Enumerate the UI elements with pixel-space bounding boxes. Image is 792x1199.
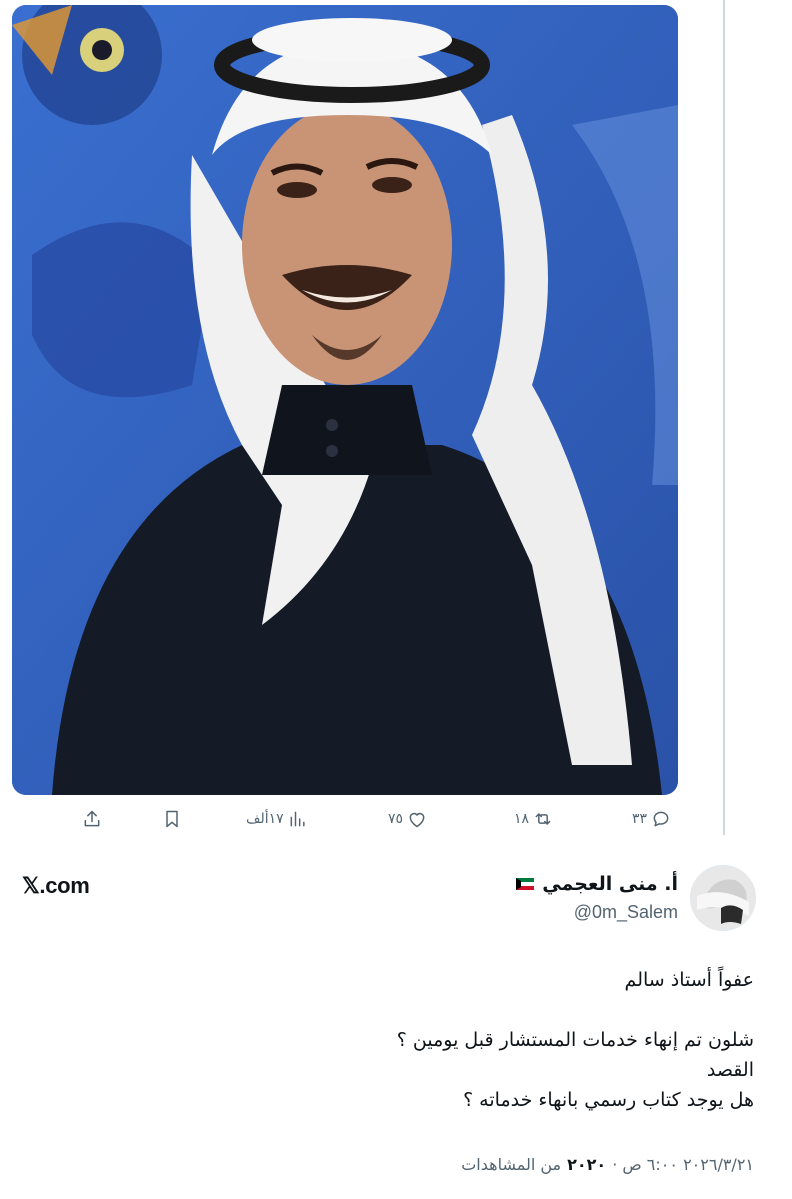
share-icon: [84, 810, 100, 827]
tweet-line: القصد: [706, 1059, 754, 1081]
author-display-name[interactable]: أ. منى العجمي: [542, 873, 678, 895]
tweet-photo[interactable]: [12, 5, 678, 795]
tweet-text: عفواً أستاذ سالم شلون تم إنهاء خدمات الم…: [54, 965, 754, 1115]
repost-icon: [535, 813, 551, 825]
site-label: 𝕏.com: [22, 873, 90, 898]
bookmark-icon: [166, 810, 178, 828]
like-button[interactable]: ٧٥: [388, 800, 427, 838]
share-button[interactable]: [82, 800, 102, 838]
author-name-row: أ. منى العجمي: [516, 873, 678, 895]
tweet-line: هل يوجد كتاب رسمي بانهاء خدماته ؟: [463, 1089, 754, 1111]
kuwait-flag-icon: [516, 878, 535, 890]
bar-chart-icon: [290, 811, 305, 827]
repost-button[interactable]: ١٨: [514, 800, 553, 838]
tweet-action-bar: ١٧ألف ٧٥ ١٨ ٣٣: [0, 800, 792, 838]
like-count: ٧٥: [388, 811, 404, 827]
tweet-timestamp[interactable]: ٢٠٢٦/٣/٢١ ٦:٠٠ ص ·: [612, 1155, 754, 1174]
reply-icon: [653, 811, 669, 827]
reply-count: ٣٣: [632, 811, 648, 827]
portrait-illustration: [12, 5, 678, 795]
author-handle[interactable]: @0m_Salem: [574, 902, 678, 923]
repost-count: ١٨: [514, 811, 530, 827]
thread-line: [723, 0, 725, 835]
views-count: ١٧ألف: [246, 811, 284, 827]
avatar-image: [691, 866, 755, 930]
reply-button[interactable]: ٣٣: [632, 800, 671, 838]
tweet-line: عفواً أستاذ سالم: [624, 969, 754, 991]
tweet-views-label: من المشاهدات: [461, 1155, 562, 1174]
tweet-meta: ٢٠٢٦/٣/٢١ ٦:٠٠ ص · ٢٠٢٠ من المشاهدات: [461, 1155, 754, 1174]
bookmark-button[interactable]: [162, 800, 182, 838]
tweet-line: شلون تم إنهاء خدمات المستشار قبل يومين ؟: [396, 1029, 754, 1051]
avatar[interactable]: [690, 865, 756, 931]
tweet-views-count: ٢٠٢٠: [567, 1155, 607, 1174]
heart-icon: [409, 812, 425, 828]
views-button[interactable]: ١٧ألف: [246, 800, 308, 838]
